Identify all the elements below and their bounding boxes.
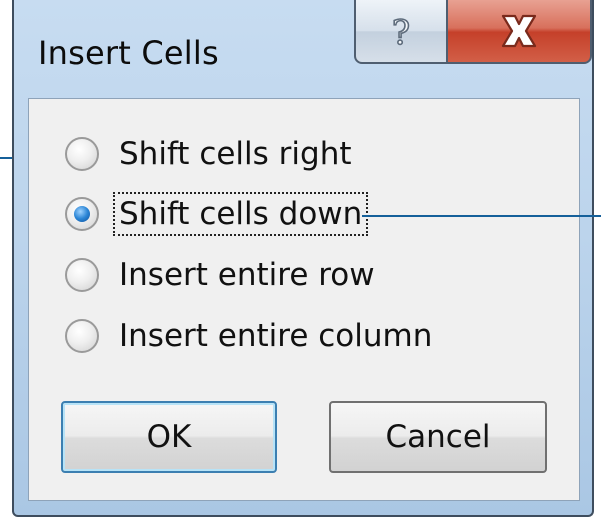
radio-selected-dot: [74, 206, 90, 222]
option-insert-entire-row[interactable]: Insert entire row: [65, 249, 379, 301]
cancel-button[interactable]: Cancel: [329, 401, 547, 473]
option-shift-cells-right[interactable]: Shift cells right: [65, 128, 356, 180]
ok-button[interactable]: OK: [61, 401, 277, 473]
close-icon: [501, 14, 537, 48]
screenshot-stage: Insert Cells ? Shift cells right Shift c…: [0, 0, 601, 517]
svg-text:?: ?: [392, 13, 410, 51]
option-label: Insert entire column: [119, 318, 433, 354]
help-button[interactable]: ?: [354, 0, 448, 64]
dialog-title: Insert Cells: [38, 34, 219, 72]
option-insert-entire-column[interactable]: Insert entire column: [65, 310, 436, 362]
option-label: Shift cells down: [112, 192, 369, 236]
callout-line-right: [362, 215, 601, 217]
option-label: Shift cells right: [119, 136, 352, 172]
dialog-client-area: Shift cells right Shift cells down Inser…: [28, 98, 580, 501]
insert-cells-dialog: Insert Cells ? Shift cells right Shift c…: [12, 0, 594, 517]
radio-insert-entire-row[interactable]: [65, 258, 99, 292]
option-label: Insert entire row: [119, 257, 375, 293]
radio-insert-entire-column[interactable]: [65, 319, 99, 353]
help-icon: ?: [391, 12, 411, 51]
title-bar[interactable]: Insert Cells ?: [14, 0, 592, 100]
radio-shift-cells-down[interactable]: [65, 197, 99, 231]
option-shift-cells-down[interactable]: Shift cells down: [65, 188, 369, 240]
close-button[interactable]: [446, 0, 592, 64]
radio-shift-cells-right[interactable]: [65, 137, 99, 171]
